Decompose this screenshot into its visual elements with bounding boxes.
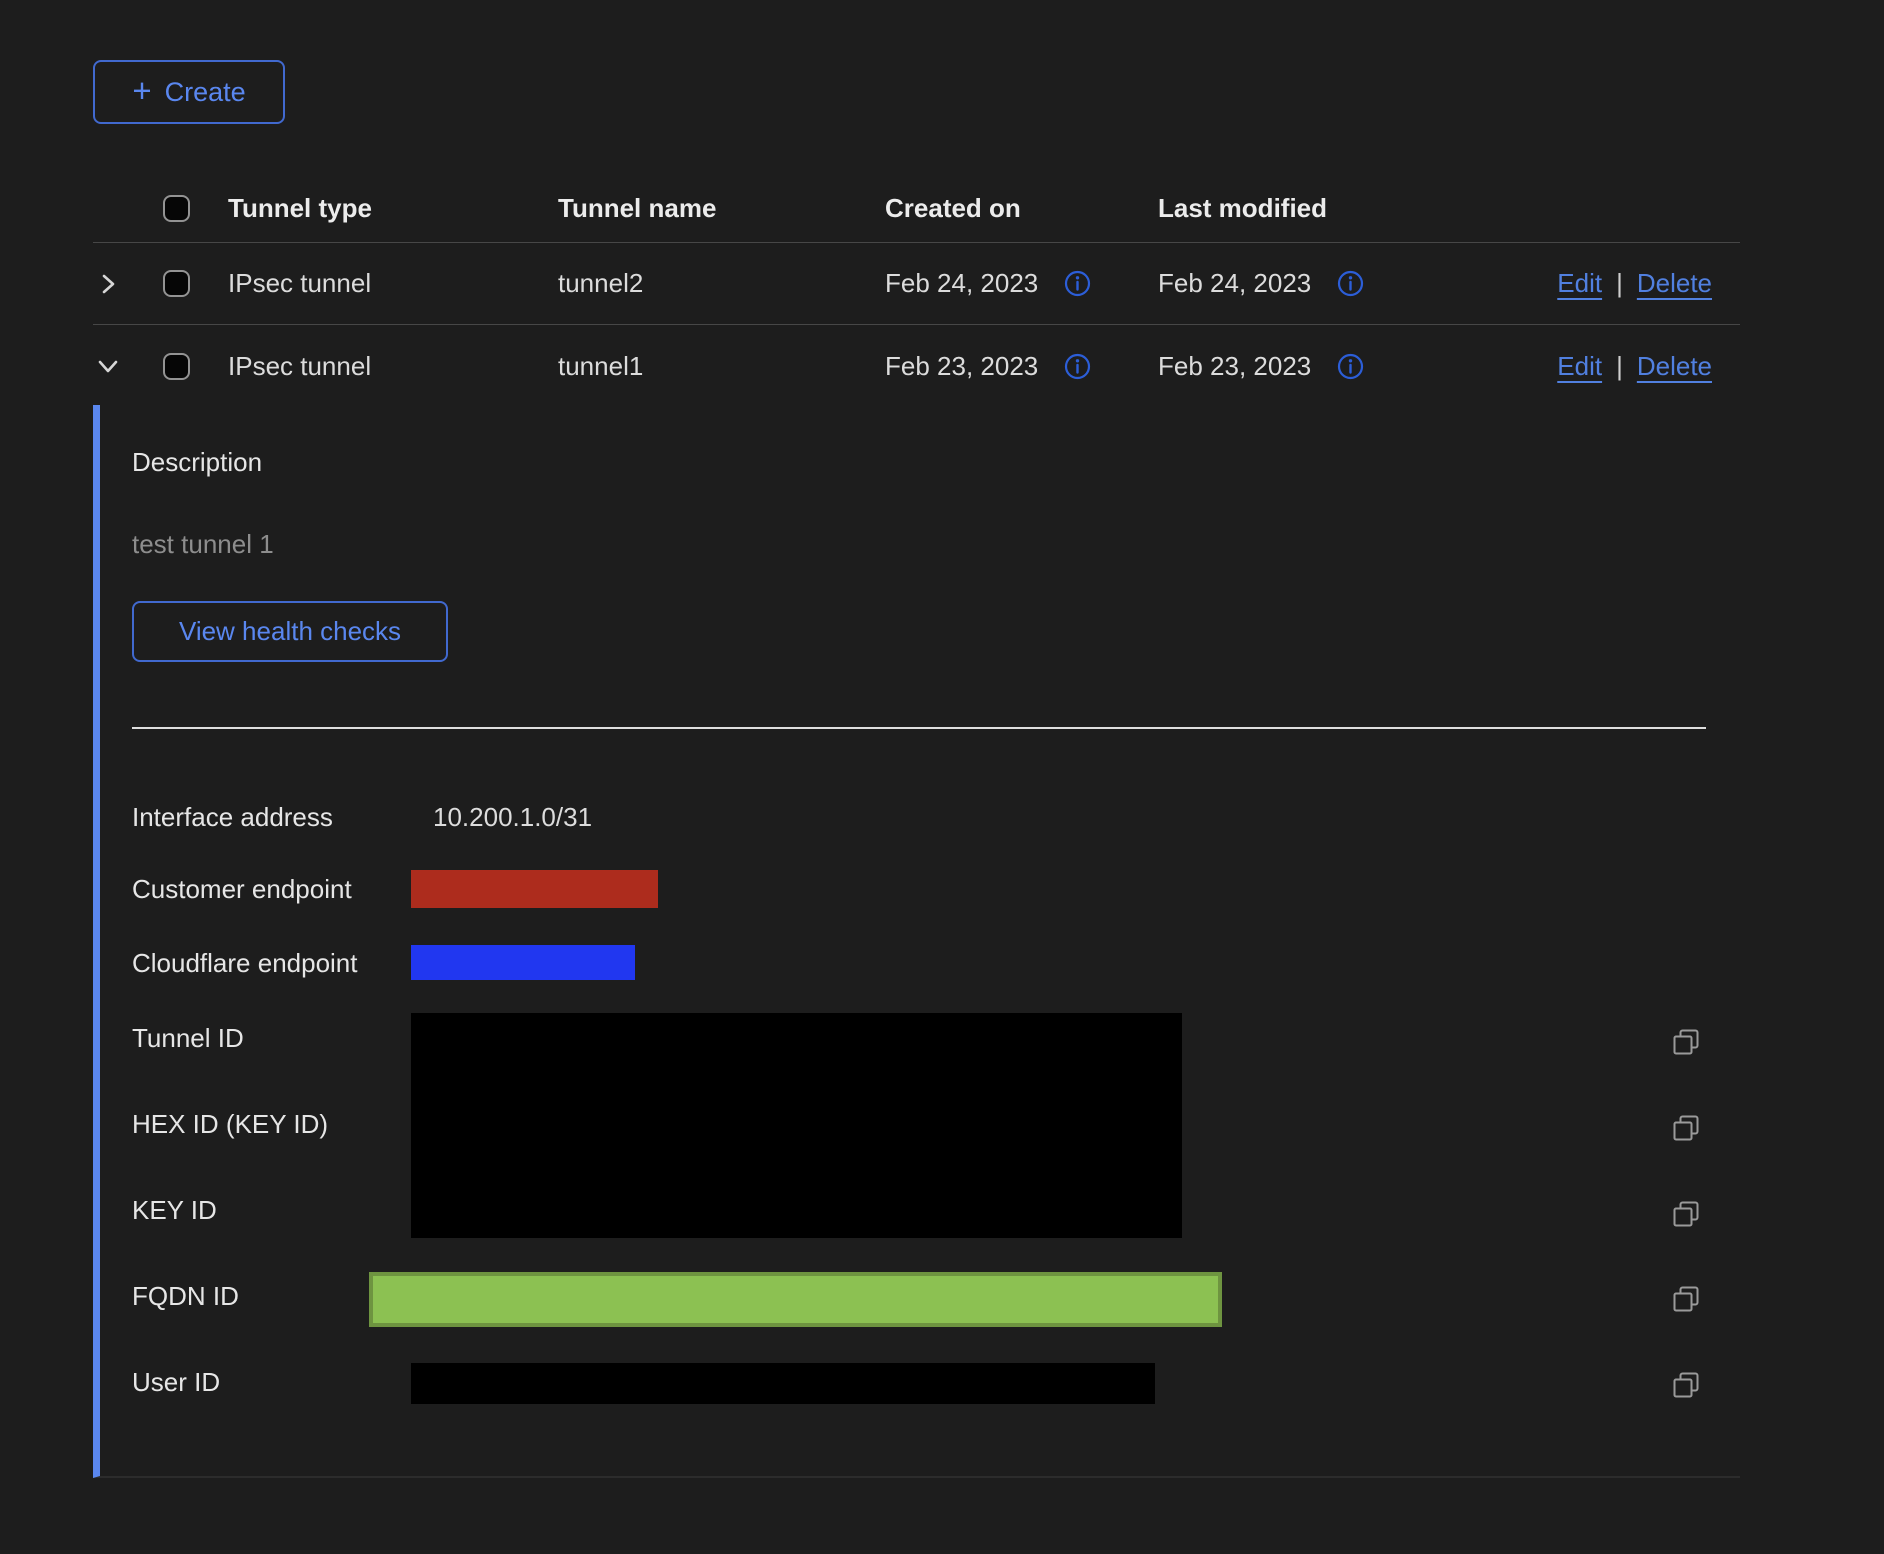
copy-icon xyxy=(1670,1026,1702,1058)
header-tunnel-type: Tunnel type xyxy=(228,193,558,224)
view-health-checks-button[interactable]: View health checks xyxy=(132,601,448,662)
header-last-modified: Last modified xyxy=(1158,193,1430,224)
edit-link[interactable]: Edit xyxy=(1557,268,1602,299)
interface-address-value: 10.200.1.0/31 xyxy=(433,801,592,833)
info-icon[interactable] xyxy=(1335,268,1366,299)
customer-endpoint-redaction xyxy=(411,870,658,908)
create-button[interactable]: + Create xyxy=(93,60,285,124)
user-id-redaction xyxy=(411,1363,1155,1404)
description-label: Description xyxy=(132,446,262,478)
copy-icon xyxy=(1670,1198,1702,1230)
info-icon[interactable] xyxy=(1062,268,1093,299)
copy-key-id-button[interactable] xyxy=(1670,1198,1702,1230)
row-checkbox[interactable] xyxy=(163,353,190,380)
header-tunnel-name: Tunnel name xyxy=(558,193,885,224)
copy-user-id-button[interactable] xyxy=(1670,1369,1702,1401)
copy-icon xyxy=(1670,1112,1702,1144)
tunnels-table: Tunnel type Tunnel name Created on Last … xyxy=(93,150,1740,407)
interface-address-label: Interface address xyxy=(132,801,333,833)
user-id-label: User ID xyxy=(132,1366,220,1398)
section-divider xyxy=(132,727,1706,729)
tunnel-id-label: Tunnel ID xyxy=(132,1022,244,1054)
info-icon[interactable] xyxy=(1062,351,1093,382)
fqdn-id-redaction xyxy=(369,1272,1222,1327)
actions-separator: | xyxy=(1616,351,1623,382)
table-row-tunnel2: IPsec tunnel tunnel2 Feb 24, 2023 Feb 24… xyxy=(93,243,1740,325)
info-icon[interactable] xyxy=(1335,351,1366,382)
delete-link[interactable]: Delete xyxy=(1637,268,1712,299)
tunnel-type-cell: IPsec tunnel xyxy=(228,351,558,382)
copy-hex-id-button[interactable] xyxy=(1670,1112,1702,1144)
copy-icon xyxy=(1670,1283,1702,1315)
cloudflare-endpoint-redaction xyxy=(411,945,635,980)
select-all-checkbox[interactable] xyxy=(163,195,190,222)
description-value: test tunnel 1 xyxy=(132,528,274,560)
tunnel-detail-panel: Description test tunnel 1 View health ch… xyxy=(93,405,1740,1478)
tunnel-name-cell: tunnel2 xyxy=(558,268,885,299)
tunnel-type-cell: IPsec tunnel xyxy=(228,268,558,299)
actions-separator: | xyxy=(1616,268,1623,299)
create-button-label: Create xyxy=(165,77,246,108)
copy-icon xyxy=(1670,1369,1702,1401)
edit-link[interactable]: Edit xyxy=(1557,351,1602,382)
plus-icon: + xyxy=(132,74,151,107)
chevron-down-icon[interactable] xyxy=(93,351,123,381)
key-id-label: KEY ID xyxy=(132,1194,217,1226)
ids-redaction-block xyxy=(411,1013,1182,1238)
created-on-cell: Feb 23, 2023 xyxy=(885,351,1038,382)
last-modified-cell: Feb 23, 2023 xyxy=(1158,351,1311,382)
customer-endpoint-label: Customer endpoint xyxy=(132,873,352,905)
row-checkbox[interactable] xyxy=(163,270,190,297)
cloudflare-endpoint-label: Cloudflare endpoint xyxy=(132,947,358,979)
delete-link[interactable]: Delete xyxy=(1637,351,1712,382)
created-on-cell: Feb 24, 2023 xyxy=(885,268,1038,299)
last-modified-cell: Feb 24, 2023 xyxy=(1158,268,1311,299)
page: { "colors": { "bg": "#1d1d1d", "accent-b… xyxy=(0,0,1884,1554)
copy-fqdn-id-button[interactable] xyxy=(1670,1283,1702,1315)
fqdn-id-label: FQDN ID xyxy=(132,1280,239,1312)
table-header-row: Tunnel type Tunnel name Created on Last … xyxy=(93,150,1740,243)
tunnel-name-cell: tunnel1 xyxy=(558,351,885,382)
chevron-right-icon[interactable] xyxy=(93,269,123,299)
copy-tunnel-id-button[interactable] xyxy=(1670,1026,1702,1058)
table-row-tunnel1: IPsec tunnel tunnel1 Feb 23, 2023 Feb 23… xyxy=(93,325,1740,407)
header-created-on: Created on xyxy=(885,193,1158,224)
hex-id-label: HEX ID (KEY ID) xyxy=(132,1108,328,1140)
